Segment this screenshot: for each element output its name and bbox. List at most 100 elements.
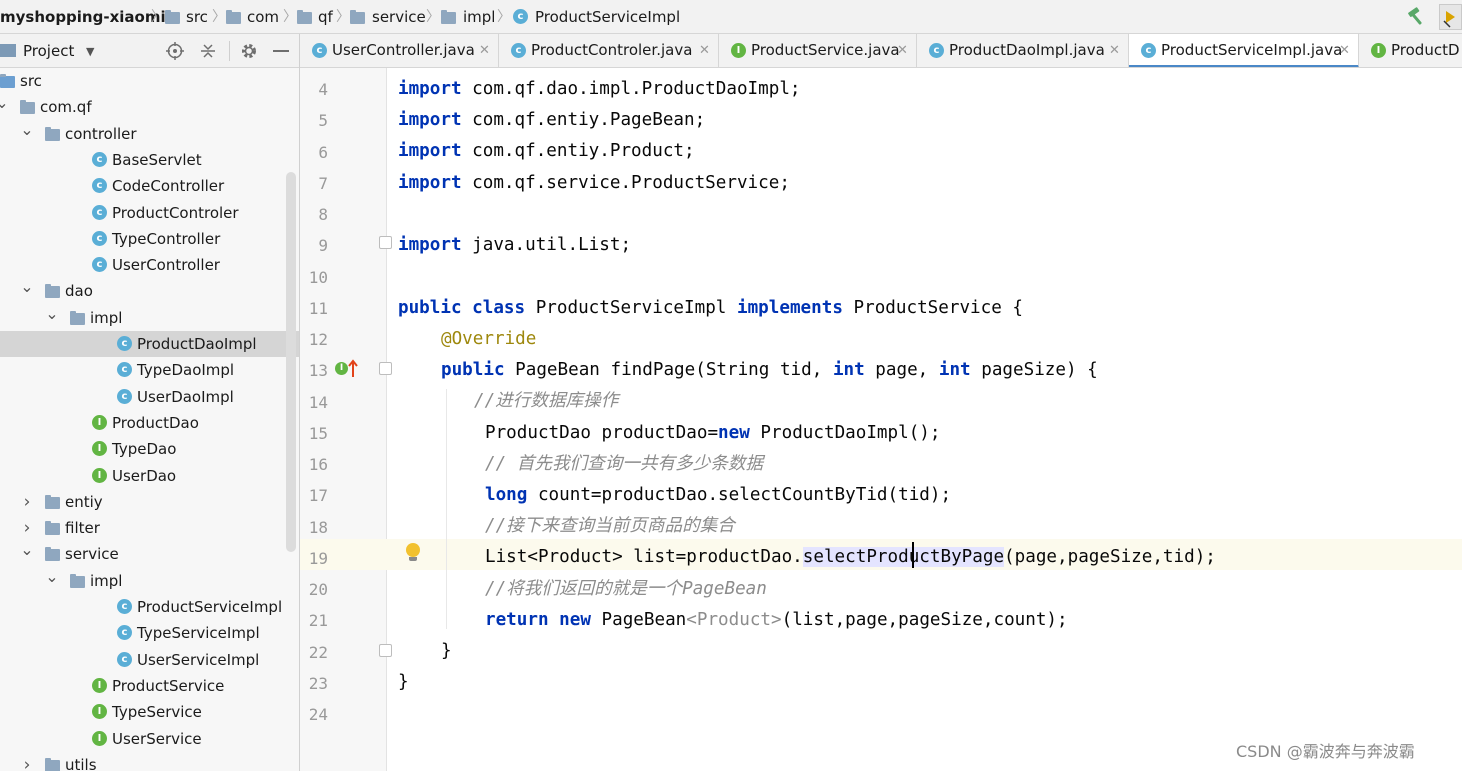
tab-productservice-java[interactable]: I ProductService.java ✕	[719, 34, 917, 67]
code-line-18[interactable]: //接下来查询当前页商品的集合	[485, 511, 735, 542]
tree-item-typedaoimpl[interactable]: c TypeDaoImpl	[0, 357, 299, 383]
code-line-7[interactable]: import com.qf.service.ProductService;	[398, 168, 790, 199]
close-icon[interactable]: ✕	[897, 34, 908, 67]
code-line-13[interactable]: public PageBean findPage(String tid, int…	[441, 355, 1098, 386]
fold-marker-icon[interactable]	[379, 236, 392, 249]
line-number[interactable]: 13	[300, 355, 328, 386]
tree-item-src[interactable]: src	[0, 68, 299, 94]
overrides-up-arrow-icon[interactable]	[347, 359, 359, 379]
tree-item-userserviceimpl[interactable]: c UserServiceImpl	[0, 647, 299, 673]
code-line-22[interactable]: }	[441, 636, 452, 667]
tree-item-productdao[interactable]: I ProductDao	[0, 410, 299, 436]
chevron-down-icon[interactable]: ⌄	[45, 304, 59, 331]
chevron-right-icon[interactable]: ›	[20, 489, 34, 515]
breadcrumb-src[interactable]: src	[186, 0, 208, 34]
collapse-all-icon[interactable]	[199, 42, 217, 60]
line-number[interactable]: 7	[300, 168, 328, 199]
fold-marker-icon[interactable]	[379, 362, 392, 375]
code-line-12[interactable]: @Override	[441, 324, 536, 355]
tree-item-codecontroller[interactable]: c CodeController	[0, 173, 299, 199]
breadcrumb-impl[interactable]: impl	[463, 0, 495, 34]
chevron-down-icon[interactable]: ▼	[86, 42, 94, 62]
line-number[interactable]: 6	[300, 137, 328, 168]
tree-item-productservice[interactable]: I ProductService	[0, 673, 299, 699]
minimize-icon[interactable]	[273, 50, 289, 52]
tab-productd[interactable]: I ProductD	[1359, 34, 1462, 67]
code-line-9[interactable]: import java.util.List;	[398, 230, 631, 261]
tab-productserviceimpl-java[interactable]: c ProductServiceImpl.java ✕	[1129, 34, 1359, 67]
code-line-20[interactable]: //将我们返回的就是一个PageBean	[485, 574, 767, 605]
line-number[interactable]: 11	[300, 293, 328, 324]
tree-item-typeserviceimpl[interactable]: c TypeServiceImpl	[0, 620, 299, 646]
breadcrumb-qf[interactable]: qf	[318, 0, 333, 34]
tree-item-userdao[interactable]: I UserDao	[0, 463, 299, 489]
chevron-down-icon[interactable]: ⌄	[20, 120, 34, 147]
breadcrumb-service[interactable]: service	[372, 0, 426, 34]
line-number[interactable]: 17	[300, 480, 328, 511]
tree-item-impl[interactable]: ⌄ impl	[0, 304, 299, 331]
tree-item-service[interactable]: ⌄ service	[0, 541, 299, 567]
line-number[interactable]: 4	[300, 74, 328, 105]
tab-usercontroller-java[interactable]: c UserController.java ✕	[300, 34, 499, 67]
breadcrumb-project[interactable]: myshopping-xiaomi	[0, 0, 166, 34]
tree-item-controller[interactable]: ⌄ controller	[0, 120, 299, 147]
code-line-16[interactable]: // 首先我们查询一共有多少条数据	[485, 449, 763, 480]
chevron-down-icon[interactable]: ⌄	[0, 94, 9, 120]
chevron-right-icon[interactable]: ›	[20, 752, 34, 771]
line-number[interactable]: 5	[300, 105, 328, 136]
code-line-19[interactable]: List<Product> list=productDao.selectProd…	[485, 542, 1216, 573]
tree-item-productserviceimpl[interactable]: c ProductServiceImpl	[0, 594, 299, 620]
code-line-14[interactable]: //进行数据库操作	[474, 386, 618, 417]
close-icon[interactable]: ✕	[699, 34, 710, 67]
line-number[interactable]: 18	[300, 512, 328, 543]
chevron-down-icon[interactable]: ⌄	[45, 567, 59, 594]
code-line-17[interactable]: long count=productDao.selectCountByTid(t…	[485, 480, 951, 511]
tree-item-filter[interactable]: › filter	[0, 515, 299, 541]
run-config-button[interactable]	[1439, 4, 1462, 30]
gear-icon[interactable]	[240, 42, 258, 60]
line-number[interactable]: 15	[300, 418, 328, 449]
line-number[interactable]: 14	[300, 387, 328, 418]
close-icon[interactable]: ✕	[1109, 34, 1120, 67]
breadcrumb-class[interactable]: ProductServiceImpl	[535, 0, 680, 34]
tab-productdaoimpl-java[interactable]: c ProductDaoImpl.java ✕	[917, 34, 1129, 67]
tree-item-impl[interactable]: ⌄ impl	[0, 567, 299, 594]
code-line-21[interactable]: return new PageBean<Product>(list,page,p…	[485, 605, 1068, 636]
tree-item-productdaoimpl[interactable]: c ProductDaoImpl	[0, 331, 299, 357]
tree-item-entiy[interactable]: › entiy	[0, 489, 299, 515]
breadcrumb-com[interactable]: com	[247, 0, 279, 34]
tree-item-usercontroller[interactable]: c UserController	[0, 252, 299, 278]
line-number[interactable]: 22	[300, 637, 328, 668]
tree-item-baseservlet[interactable]: c BaseServlet	[0, 147, 299, 173]
tree-item-com-qf[interactable]: ⌄ com.qf	[0, 94, 299, 120]
close-icon[interactable]: ✕	[1339, 34, 1350, 67]
code-line-15[interactable]: ProductDao productDao=new ProductDaoImpl…	[485, 418, 941, 449]
line-number[interactable]: 8	[300, 199, 328, 230]
line-number[interactable]: 23	[300, 668, 328, 699]
chevron-down-icon[interactable]: ⌄	[20, 278, 34, 304]
line-number[interactable]: 10	[300, 262, 328, 293]
chevron-right-icon[interactable]: ›	[20, 515, 34, 541]
tree-item-typecontroller[interactable]: c TypeController	[0, 226, 299, 252]
tree-item-userservice[interactable]: I UserService	[0, 726, 299, 752]
chevron-down-icon[interactable]: ⌄	[20, 541, 34, 567]
code-line-5[interactable]: import com.qf.entiy.PageBean;	[398, 105, 705, 136]
close-icon[interactable]: ✕	[479, 34, 490, 67]
line-number[interactable]: 12	[300, 324, 328, 355]
tree-scrollbar[interactable]	[286, 172, 296, 552]
code-line-23[interactable]: }	[398, 667, 409, 698]
tree-item-dao[interactable]: ⌄ dao	[0, 278, 299, 304]
code-line-11[interactable]: public class ProductServiceImpl implemen…	[398, 293, 1023, 324]
code-line-6[interactable]: import com.qf.entiy.Product;	[398, 136, 695, 167]
fold-marker-icon[interactable]	[379, 644, 392, 657]
line-number[interactable]: 19	[300, 543, 328, 574]
tab-productcontroler-java[interactable]: c ProductControler.java ✕	[499, 34, 719, 67]
line-number[interactable]: 21	[300, 605, 328, 636]
code-line-4[interactable]: import com.qf.dao.impl.ProductDaoImpl;	[398, 74, 801, 105]
tree-item-typedao[interactable]: I TypeDao	[0, 436, 299, 462]
line-number[interactable]: 9	[300, 230, 328, 261]
locate-target-icon[interactable]	[166, 42, 184, 60]
tree-item-typeservice[interactable]: I TypeService	[0, 699, 299, 725]
line-number[interactable]: 16	[300, 449, 328, 480]
tree-item-productcontroler[interactable]: c ProductControler	[0, 200, 299, 226]
